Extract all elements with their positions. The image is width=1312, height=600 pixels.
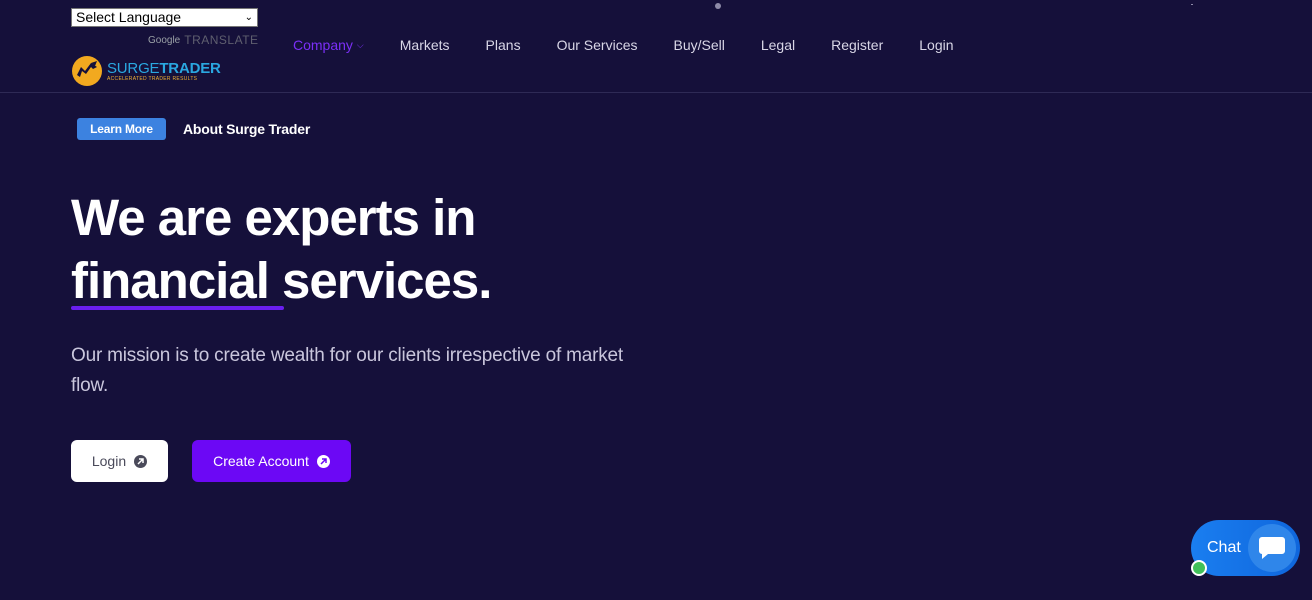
headline-underline [71, 306, 284, 310]
google-label: Google [148, 34, 181, 46]
mission-text: Our mission is to create wealth for our … [71, 345, 623, 396]
chat-widget-button[interactable]: Chat [1191, 520, 1300, 576]
site-logo[interactable]: SURGETRADER ACCELERATED TRADER RESULTS [71, 55, 221, 87]
arrow-up-right-icon [316, 454, 330, 468]
nav-item-label: Login [919, 37, 954, 53]
headline-line1: We are experts in [71, 189, 476, 246]
decorative-dot [1191, 4, 1193, 5]
site-header: Select Language ⌄ Google TRANSLATE SURGE… [0, 0, 1312, 93]
logo-tagline: ACCELERATED TRADER RESULTS [107, 75, 198, 82]
nav-item-label: Company [293, 37, 353, 53]
arrow-up-right-icon [134, 454, 148, 468]
nav-item-label: Buy/Sell [673, 37, 725, 53]
create-account-button[interactable]: Create Account [192, 440, 351, 482]
nav-item-label: Markets [399, 37, 450, 53]
nav-item-plans[interactable]: Plans [486, 37, 521, 53]
headline-highlight-word: financial [71, 252, 270, 309]
decorative-dot [715, 3, 721, 9]
nav-item-company[interactable]: Company ⌵ [293, 37, 364, 53]
nav-item-register[interactable]: Register [831, 37, 883, 53]
nav-item-buy-sell[interactable]: Buy/Sell [674, 37, 725, 53]
logo-word-trader: TRADER [159, 59, 221, 77]
logo-wordmark: SURGETRADER [107, 61, 221, 76]
nav-item-login[interactable]: Login [919, 37, 953, 53]
nav-item-legal[interactable]: Legal [761, 37, 795, 53]
chevron-down-icon: ⌄ [244, 12, 253, 23]
chat-label: Chat [1207, 539, 1241, 556]
nav-item-label: Legal [760, 37, 796, 53]
login-button[interactable]: Login [71, 440, 168, 482]
headline-rest: services. [268, 252, 492, 309]
google-translate-branding: Google TRANSLATE [148, 33, 259, 47]
login-button-label: Login [91, 453, 127, 469]
hero-headline: We are experts in financial services. [71, 186, 492, 312]
language-select[interactable]: Select Language ⌄ [71, 8, 258, 27]
learn-more-badge[interactable]: Learn More [77, 118, 166, 140]
translate-label: TRANSLATE [184, 33, 259, 47]
chat-bubble-icon [1248, 524, 1296, 572]
nav-item-label: Plans [485, 37, 521, 53]
nav-item-label: Our Services [556, 37, 638, 53]
create-account-label: Create Account [213, 453, 309, 469]
logo-word-surge: SURGE [107, 59, 160, 77]
nav-item-markets[interactable]: Markets [400, 37, 450, 53]
about-link[interactable]: About Surge Trader [183, 121, 310, 137]
online-status-indicator [1191, 560, 1207, 576]
language-select-value: Select Language [76, 9, 182, 25]
chevron-down-icon: ⌵ [356, 39, 364, 50]
nav-item-label: Register [831, 37, 884, 53]
bull-logo-icon [72, 56, 102, 86]
main-nav: Company ⌵ Markets Plans Our Services Buy… [293, 37, 990, 53]
nav-item-our-services[interactable]: Our Services [557, 37, 638, 53]
